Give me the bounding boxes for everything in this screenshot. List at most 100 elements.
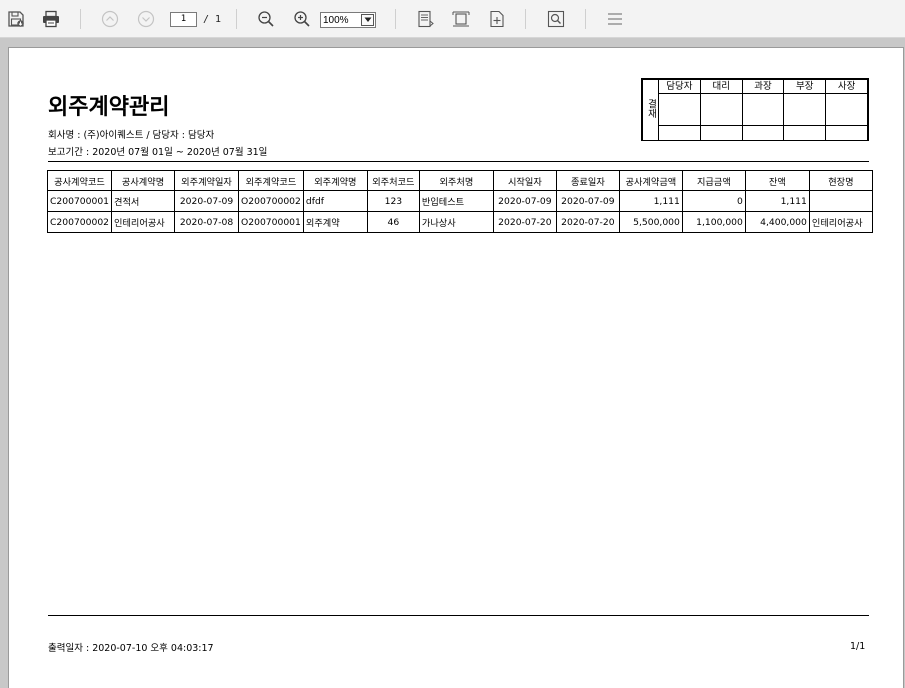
approval-date-cell xyxy=(658,125,701,141)
cell-end-date: 2020-07-20 xyxy=(555,211,620,233)
next-page-button[interactable] xyxy=(135,8,157,30)
report-title: 외주계약관리 xyxy=(48,95,170,120)
approval-sign-cell xyxy=(825,93,868,126)
header-divider xyxy=(48,161,869,162)
column-header: 잔액 xyxy=(744,170,810,191)
page-add-icon xyxy=(490,10,504,28)
cell-vendor-name: 반입테스트 xyxy=(418,190,494,212)
report-page: 외주계약관리 회사명 : (주)아이퀘스트 / 담당자 : 담당자 보고기간 :… xyxy=(8,47,904,688)
toolbar-separator xyxy=(236,9,237,29)
table-row: C200700002 인테리어공사 2020-07-08 O200700001 … xyxy=(46,211,873,233)
printed-datetime: 출력일자 : 2020-07-10 오후 04:03:17 xyxy=(48,643,214,654)
approval-sign-cell xyxy=(699,93,743,126)
zoom-in-button[interactable] xyxy=(291,8,313,30)
page-number-input[interactable]: 1 xyxy=(170,12,197,27)
cell-paid-amount: 0 xyxy=(681,190,746,212)
cell-sub-code: O200700002 xyxy=(238,190,304,212)
prev-page-button[interactable] xyxy=(99,8,121,30)
column-header: 공사계약명 xyxy=(111,170,176,191)
save-button[interactable] xyxy=(5,8,27,30)
period-line: 보고기간 : 2020년 07월 01일 ~ 2020년 07월 31일 xyxy=(48,147,268,158)
page-add-button[interactable] xyxy=(486,8,508,30)
column-header: 외주처명 xyxy=(418,170,494,191)
page-indicator: 1/1 xyxy=(850,641,866,652)
approval-sign-cell xyxy=(741,93,785,126)
cell-vendor-code: 123 xyxy=(366,190,420,212)
cell-contract-name: 인테리어공사 xyxy=(111,211,176,233)
table-header-row: 공사계약코드 공사계약명 외주계약일자 외주계약코드 외주계약명 외주처코드 외… xyxy=(46,170,873,191)
print-button[interactable] xyxy=(40,8,62,30)
approval-role: 사장 xyxy=(825,79,868,94)
column-header: 외주계약명 xyxy=(302,170,368,191)
approval-date-cell xyxy=(783,125,827,141)
approval-role: 과장 xyxy=(741,79,785,94)
column-header: 시작일자 xyxy=(492,170,557,191)
zoom-out-icon xyxy=(258,11,274,27)
approval-date-cell xyxy=(825,125,868,141)
cell-paid-amount: 1,100,000 xyxy=(681,211,746,233)
save-icon xyxy=(8,11,24,27)
cell-start-date: 2020-07-20 xyxy=(492,211,557,233)
fit-width-button[interactable] xyxy=(450,8,472,30)
approval-box: 결재 담당자 대리 과장 부장 사장 xyxy=(641,78,869,141)
toolbar-separator xyxy=(525,9,526,29)
column-header: 지급금액 xyxy=(681,170,746,191)
cell-vendor-name: 가나상사 xyxy=(418,211,494,233)
cell-sub-name: 외주계약 xyxy=(302,211,368,233)
find-button[interactable] xyxy=(545,8,567,30)
column-header: 외주처코드 xyxy=(366,170,420,191)
footer-divider xyxy=(48,615,869,616)
approval-date-cell xyxy=(741,125,785,141)
cell-vendor-code: 46 xyxy=(366,211,420,233)
column-header: 외주계약일자 xyxy=(174,170,240,191)
menu-icon xyxy=(608,13,622,25)
cell-contract-code: C200700001 xyxy=(46,190,113,212)
cell-site-name xyxy=(808,190,873,212)
approval-sign-cell xyxy=(658,93,701,126)
page-total-label: / 1 xyxy=(203,14,222,25)
fit-page-icon xyxy=(418,10,434,28)
column-header: 외주계약코드 xyxy=(238,170,304,191)
contract-table: 공사계약코드 공사계약명 외주계약일자 외주계약코드 외주계약명 외주처코드 외… xyxy=(46,170,873,233)
print-icon xyxy=(43,10,59,28)
company-line: 회사명 : (주)아이퀘스트 / 담당자 : 담당자 xyxy=(48,130,215,141)
zoom-select[interactable]: 100% xyxy=(320,12,376,28)
search-icon xyxy=(547,10,565,28)
column-header: 종료일자 xyxy=(555,170,620,191)
approval-role: 담당자 xyxy=(658,79,701,94)
column-header: 현장명 xyxy=(808,170,873,191)
cell-contract-amount: 1,111 xyxy=(618,190,683,212)
cell-balance: 1,111 xyxy=(744,190,810,212)
cell-sub-name: dfdf xyxy=(302,190,368,212)
toolbar-separator xyxy=(585,9,586,29)
approval-sign-cell xyxy=(783,93,827,126)
approval-side-label: 결재 xyxy=(642,79,659,141)
chevron-down-icon[interactable] xyxy=(361,14,374,26)
approval-role: 대리 xyxy=(699,79,743,94)
cell-sub-date: 2020-07-09 xyxy=(174,190,240,212)
report-viewer[interactable]: 외주계약관리 회사명 : (주)아이퀘스트 / 담당자 : 담당자 보고기간 :… xyxy=(0,38,905,688)
cell-start-date: 2020-07-09 xyxy=(492,190,557,212)
fit-page-button[interactable] xyxy=(414,8,436,30)
zoom-out-button[interactable] xyxy=(255,8,277,30)
toolbar-separator xyxy=(395,9,396,29)
cell-end-date: 2020-07-09 xyxy=(555,190,620,212)
cell-sub-date: 2020-07-08 xyxy=(174,211,240,233)
cell-balance: 4,400,000 xyxy=(744,211,810,233)
zoom-value: 100% xyxy=(323,15,349,26)
toolbar-separator xyxy=(80,9,81,29)
zoom-in-icon xyxy=(294,11,310,27)
approval-date-cell xyxy=(699,125,743,141)
approval-role: 부장 xyxy=(783,79,827,94)
viewer-toolbar: 1 / 1 100% xyxy=(0,0,905,38)
chevron-down-icon xyxy=(137,10,155,28)
table-row: C200700001 견적서 2020-07-09 O200700002 dfd… xyxy=(46,190,873,212)
column-header: 공사계약코드 xyxy=(46,170,113,191)
fit-width-icon xyxy=(452,11,470,27)
cell-sub-code: O200700001 xyxy=(238,211,304,233)
cell-contract-code: C200700002 xyxy=(46,211,113,233)
menu-button[interactable] xyxy=(604,8,626,30)
chevron-up-icon xyxy=(101,10,119,28)
column-header: 공사계약금액 xyxy=(618,170,683,191)
cell-site-name: 인테리어공사 xyxy=(808,211,873,233)
